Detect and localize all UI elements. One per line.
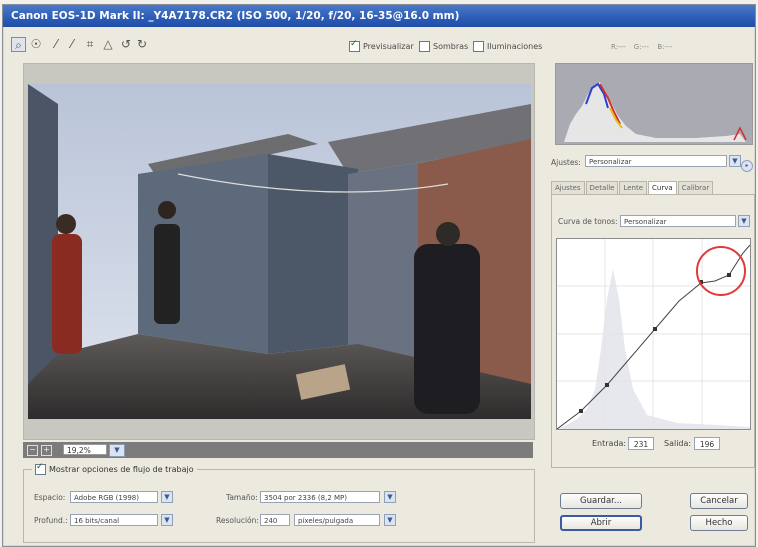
- chevron-down-icon[interactable]: ▼: [161, 491, 173, 503]
- checkbox-box: [419, 41, 430, 52]
- tab-ajustes[interactable]: Ajustes: [551, 181, 585, 195]
- iluminaciones-label: Iluminaciones: [487, 42, 543, 51]
- rgb-readout: R:--- G:--- B:---: [611, 43, 673, 51]
- straighten-icon[interactable]: △: [101, 37, 115, 51]
- hand-icon[interactable]: ☉: [29, 37, 43, 51]
- tone-curve-graph[interactable]: [556, 238, 751, 430]
- salida-label: Salida:: [664, 439, 692, 448]
- guardar-button[interactable]: Guardar...: [560, 493, 642, 509]
- rotate-left-icon[interactable]: ↺: [119, 37, 133, 51]
- sombras-label: Sombras: [433, 42, 469, 51]
- abrir-button[interactable]: Abrir: [560, 515, 642, 531]
- window-title: Canon EOS-1D Mark II: _Y4A7178.CR2 (ISO …: [3, 5, 755, 27]
- espacio-select[interactable]: Adobe RGB (1998): [70, 491, 158, 503]
- image-preview-area[interactable]: [23, 63, 535, 440]
- curva-select[interactable]: Personalizar: [620, 215, 736, 227]
- tab-detalle[interactable]: Detalle: [585, 181, 619, 195]
- resolucion-input[interactable]: 240: [260, 514, 290, 526]
- iluminaciones-checkbox[interactable]: Iluminaciones: [473, 41, 542, 52]
- tab-lente[interactable]: Lente: [619, 181, 648, 195]
- white-balance-eyedropper-icon[interactable]: ⁄: [49, 37, 63, 51]
- zoom-bar: − + 19,2% ▼: [23, 442, 533, 458]
- espacio-label: Espacio:: [34, 493, 66, 502]
- ajustes-select[interactable]: Personalizar: [585, 155, 727, 167]
- crop-icon[interactable]: ⌗: [83, 37, 97, 51]
- zoom-icon[interactable]: ⌕: [11, 37, 26, 52]
- chevron-down-icon[interactable]: ▼: [384, 514, 396, 526]
- checkbox-box: [349, 39, 360, 52]
- show-workflow-checkbox[interactable]: Mostrar opciones de flujo de trabajo: [32, 462, 197, 475]
- rotate-right-icon[interactable]: ↻: [135, 37, 149, 51]
- tab-calibrar[interactable]: Calibrar: [677, 181, 714, 195]
- chevron-down-icon[interactable]: ▼: [729, 155, 741, 167]
- zoom-in-button[interactable]: +: [41, 445, 52, 456]
- toolbar: ⌕ ☉ ⁄ ⁄ ⌗ △ ↺ ↻ Previsualizar Sombras Il…: [3, 29, 755, 57]
- profund-select[interactable]: 16 bits/canal: [70, 514, 158, 526]
- previsualizar-label: Previsualizar: [363, 42, 414, 51]
- resolucion-unit-select[interactable]: píxeles/pulgada: [294, 514, 380, 526]
- settings-menu-icon[interactable]: ▸: [741, 160, 753, 172]
- salida-input[interactable]: 196: [694, 437, 720, 450]
- adjustment-tabs: Ajustes Detalle Lente Curva Calibrar: [551, 181, 753, 195]
- resolucion-label: Resolución:: [216, 516, 259, 525]
- histogram: [555, 63, 753, 145]
- profund-label: Profund.:: [34, 516, 68, 525]
- entrada-label: Entrada:: [592, 439, 627, 448]
- cancelar-button[interactable]: Cancelar: [690, 493, 748, 509]
- color-sampler-icon[interactable]: ⁄: [65, 37, 79, 51]
- chevron-down-icon[interactable]: ▼: [109, 444, 125, 457]
- checkbox-box: [35, 462, 46, 475]
- checkbox-box: [473, 41, 484, 52]
- chevron-down-icon[interactable]: ▼: [738, 215, 750, 227]
- zoom-out-button[interactable]: −: [27, 445, 38, 456]
- ajustes-label: Ajustes:: [551, 158, 581, 167]
- show-workflow-label: Mostrar opciones de flujo de trabajo: [49, 465, 194, 474]
- entrada-input[interactable]: 231: [628, 437, 654, 450]
- previsualizar-checkbox[interactable]: Previsualizar: [349, 39, 414, 52]
- tab-curva[interactable]: Curva: [648, 181, 677, 195]
- workflow-options-group: Mostrar opciones de flujo de trabajo Esp…: [23, 462, 535, 543]
- tamano-label: Tamaño:: [226, 493, 258, 502]
- camera-raw-dialog: Canon EOS-1D Mark II: _Y4A7178.CR2 (ISO …: [2, 4, 756, 547]
- hecho-button[interactable]: Hecho: [690, 515, 748, 531]
- chevron-down-icon[interactable]: ▼: [384, 491, 396, 503]
- sombras-checkbox[interactable]: Sombras: [419, 41, 468, 52]
- chevron-down-icon[interactable]: ▼: [161, 514, 173, 526]
- curva-label: Curva de tonos:: [558, 217, 618, 226]
- tamano-select[interactable]: 3504 por 2336 (8,2 MP): [260, 491, 380, 503]
- zoom-select[interactable]: 19,2%: [63, 444, 107, 455]
- preview-image: [28, 84, 531, 419]
